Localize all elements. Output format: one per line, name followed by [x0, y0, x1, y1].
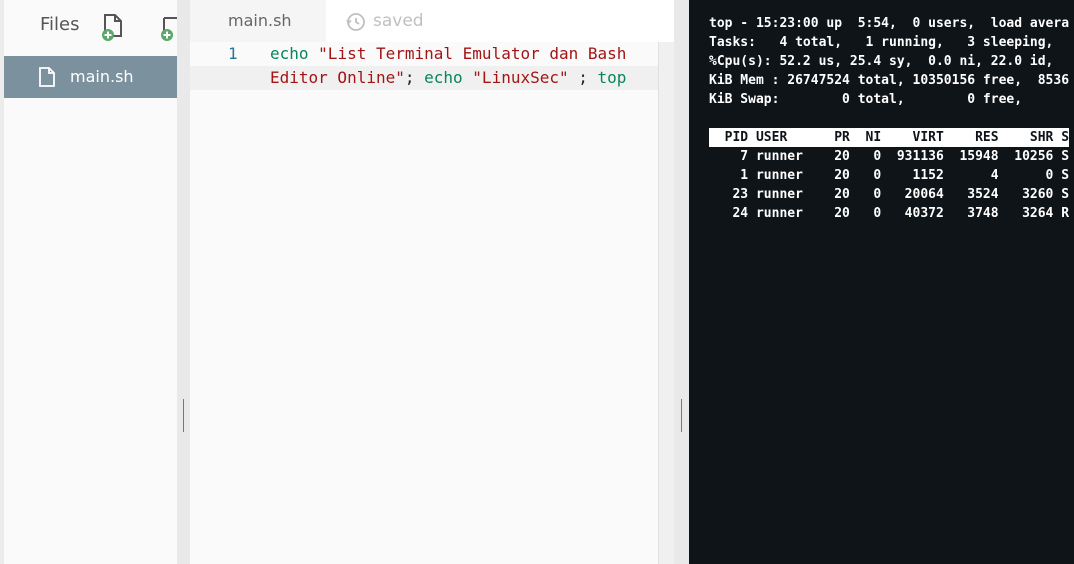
- editor-terminal-splitter[interactable]: [674, 0, 689, 564]
- splitter-grip: [183, 399, 184, 432]
- new-folder-icon[interactable]: [159, 12, 177, 46]
- file-item-main-sh[interactable]: main.sh: [4, 56, 177, 98]
- tab-main-sh[interactable]: main.sh: [190, 0, 326, 42]
- code-editor: main.sh saved 1 echo "List Terminal Emul…: [190, 0, 674, 564]
- files-panel: Files main.sh: [0, 0, 177, 564]
- files-title: Files: [40, 14, 80, 35]
- code-string: Editor Online": [270, 68, 405, 87]
- terminal-line: %Cpu(s): 52.2 us, 25.4 sy, 0.0 ni, 22.0 …: [709, 54, 1054, 69]
- process-row: 24 runner 20 0 40372 3748 3264 R: [709, 206, 1070, 221]
- code-separator: ;: [568, 68, 598, 87]
- editor-scrollbar[interactable]: [658, 42, 674, 564]
- code-keyword: echo: [270, 44, 309, 63]
- code-keyword: top: [597, 68, 627, 87]
- files-editor-splitter[interactable]: [177, 0, 190, 564]
- history-icon: [345, 12, 367, 36]
- new-file-icon[interactable]: [100, 12, 126, 46]
- code-string: "LinuxSec": [472, 68, 569, 87]
- terminal-output: top - 15:23:00 up 5:54, 0 users, load av…: [709, 14, 1070, 223]
- code-text: echo "List Terminal Emulator dan Bash Ed…: [270, 42, 626, 90]
- process-row: 23 runner 20 0 20064 3524 3260 S: [709, 187, 1070, 202]
- terminal-line: KiB Mem : 26747524 total, 10350156 free,…: [709, 73, 1070, 88]
- code-keyword: echo: [424, 68, 463, 87]
- code-area[interactable]: 1 echo "List Terminal Emulator dan Bash …: [190, 42, 658, 564]
- files-header: Files: [4, 0, 177, 54]
- file-icon: [38, 67, 56, 91]
- editor-tab-bar: main.sh saved: [190, 0, 674, 42]
- terminal-line: Tasks: 4 total, 1 running, 3 sleeping,: [709, 35, 1054, 50]
- process-row: 7 runner 20 0 931136 15948 10256 S: [709, 149, 1070, 164]
- file-item-label: main.sh: [70, 67, 134, 86]
- save-status: saved: [373, 11, 424, 31]
- splitter-grip: [681, 399, 682, 432]
- tab-label: main.sh: [228, 11, 292, 30]
- process-row: 1 runner 20 0 1152 4 0 S: [709, 168, 1070, 183]
- terminal-line: KiB Swap: 0 total, 0 free,: [709, 92, 1023, 107]
- terminal-panel[interactable]: top - 15:23:00 up 5:54, 0 users, load av…: [689, 0, 1074, 564]
- code-string: "List Terminal Emulator dan Bash: [318, 44, 627, 63]
- process-table-header: PID USER PR NI VIRT RES SHR S: [709, 128, 1070, 147]
- code-separator: ;: [404, 68, 425, 87]
- terminal-line: top - 15:23:00 up 5:54, 0 users, load av…: [709, 16, 1070, 31]
- line-number: 1: [228, 44, 238, 63]
